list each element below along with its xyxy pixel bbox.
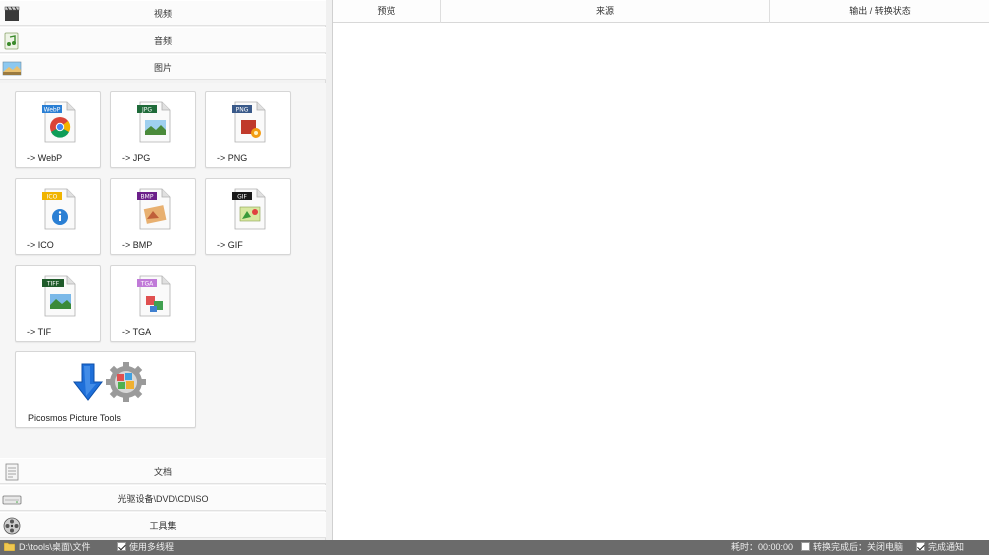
format-tile-webp[interactable]: WebP -> WebP: [15, 91, 101, 168]
notify-toggle[interactable]: 完成通知: [916, 540, 964, 555]
format-label-bmp: -> BMP: [122, 240, 153, 250]
format-label-jpg: -> JPG: [122, 153, 151, 163]
elapsed-time: 耗时：00:00:00: [731, 542, 794, 552]
category-video[interactable]: 视频: [0, 0, 326, 26]
tga-file-icon: TGA: [137, 275, 171, 317]
notify-checkbox[interactable]: [916, 542, 925, 551]
webp-file-icon: WebP: [42, 101, 76, 143]
format-tile-jpg[interactable]: JPG -> JPG: [110, 91, 196, 168]
multithread-label: 使用多线程: [129, 542, 175, 552]
bmp-file-icon: BMP: [137, 188, 171, 230]
category-document[interactable]: 文档: [0, 458, 326, 484]
picture-tools-label: Picosmos Picture Tools: [28, 413, 121, 423]
column-header-preview[interactable]: 预览: [333, 0, 441, 23]
output-folder-path: D:\tools\桌面\文件: [19, 542, 91, 552]
picture-tools-tile[interactable]: Picosmos Picture Tools: [15, 351, 196, 428]
format-label-png: -> PNG: [217, 153, 248, 163]
film-reel-icon: [3, 517, 21, 535]
folder-icon: [3, 542, 16, 552]
multithread-checkbox[interactable]: [117, 542, 126, 551]
category-disc-drive[interactable]: 光驱设备\DVD\CD\ISO: [0, 485, 326, 511]
ico-file-icon: ICO: [42, 188, 76, 230]
shutdown-checkbox[interactable]: [801, 542, 810, 551]
task-list-header: 预览 来源 输出 / 转换状态: [333, 0, 989, 23]
category-audio-label: 音频: [153, 35, 172, 46]
ico-badge-text: ICO: [47, 194, 58, 201]
format-tile-gif[interactable]: GIF -> GIF: [205, 178, 291, 255]
tif-file-icon: TIFF: [42, 275, 76, 317]
category-disc-drive-label: 光驱设备\DVD\CD\ISO: [117, 493, 209, 504]
category-image-label: 图片: [153, 62, 172, 73]
shutdown-label: 转换完成后：关闭电脑: [813, 542, 904, 552]
category-tools[interactable]: 工具集: [0, 512, 326, 538]
png-file-icon: PNG: [232, 101, 266, 143]
category-document-label: 文档: [153, 466, 172, 477]
disc-drive-icon: [2, 495, 22, 505]
output-folder[interactable]: D:\tools\桌面\文件: [3, 540, 91, 555]
category-tools-label: 工具集: [149, 520, 177, 531]
music-note-icon: [4, 32, 19, 50]
format-label-tga: -> TGA: [122, 327, 152, 337]
format-tile-png[interactable]: PNG -> PNG: [205, 91, 291, 168]
jpg-file-icon: JPG: [137, 101, 171, 143]
format-tile-ico[interactable]: ICO -> ICO: [15, 178, 101, 255]
multithread-toggle[interactable]: 使用多线程: [117, 540, 174, 555]
shutdown-toggle[interactable]: 转换完成后：关闭电脑: [801, 540, 903, 555]
format-label-tif: -> TIF: [27, 327, 52, 337]
format-label-ico: -> ICO: [27, 240, 54, 250]
gif-file-icon: GIF: [232, 188, 266, 230]
category-audio[interactable]: 音频: [0, 27, 326, 53]
landscape-picture-icon: [2, 61, 22, 76]
picture-tools-icon: [72, 362, 146, 402]
status-bar: D:\tools\桌面\文件 使用多线程 耗时：00:00:00 转换完成后：关…: [0, 540, 989, 555]
category-video-label: 视频: [153, 8, 172, 19]
tga-badge-text: TGA: [140, 281, 154, 288]
png-badge-text: PNG: [236, 107, 249, 114]
format-tile-tif[interactable]: TIFF -> TIF: [15, 265, 101, 342]
category-image[interactable]: 图片: [0, 54, 326, 80]
document-icon: [5, 463, 19, 481]
webp-badge-text: WebP: [44, 107, 61, 114]
task-list[interactable]: 预览 来源 输出 / 转换状态: [332, 0, 989, 540]
tif-badge-text: TIFF: [46, 281, 60, 288]
category-sidebar: 视频 音频 图片 WebP -> WebP JPG -> JPG PNG -> …: [0, 0, 326, 540]
format-label-gif: -> GIF: [217, 240, 243, 250]
column-header-source[interactable]: 来源: [441, 0, 770, 23]
film-icon: [4, 6, 20, 21]
jpg-badge-text: JPG: [141, 107, 152, 114]
gif-badge-text: GIF: [237, 194, 247, 201]
bmp-badge-text: BMP: [141, 194, 154, 201]
image-format-panel: WebP -> WebP JPG -> JPG PNG -> PNG ICO -…: [0, 83, 326, 458]
notify-label: 完成通知: [928, 542, 965, 552]
format-tile-tga[interactable]: TGA -> TGA: [110, 265, 196, 342]
column-header-output-status[interactable]: 输出 / 转换状态: [770, 0, 989, 23]
format-label-webp: -> WebP: [27, 153, 63, 163]
format-tile-bmp[interactable]: BMP -> BMP: [110, 178, 196, 255]
